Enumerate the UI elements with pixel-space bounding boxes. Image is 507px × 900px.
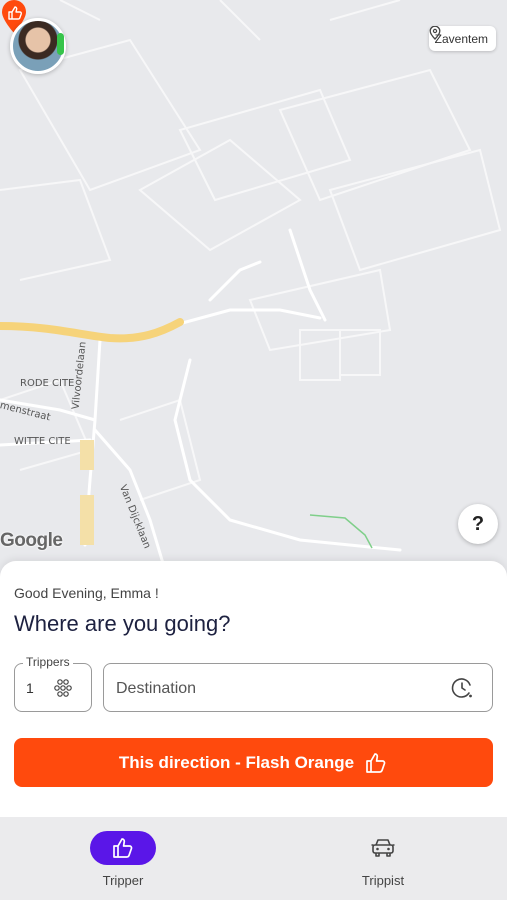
where-heading: Where are you going? bbox=[14, 611, 231, 636]
location-chip[interactable]: Zaventem bbox=[428, 26, 496, 51]
online-status-indicator bbox=[57, 33, 64, 55]
nav-tab-trippist-label: Trippist bbox=[361, 873, 405, 888]
map-label-rode-cite: RODE CITE bbox=[20, 378, 75, 389]
thumbs-up-icon bbox=[113, 838, 133, 858]
trip-request-sheet: Good Evening, Emma ! Where are you going… bbox=[0, 561, 507, 817]
nav-tab-trippist-pill bbox=[350, 831, 416, 865]
nav-tab-tripper-label: Tripper bbox=[102, 873, 144, 888]
greeting-text: Good Evening, Emma ! bbox=[14, 585, 159, 601]
trippers-count: 1 bbox=[26, 680, 34, 696]
schedule-clock-icon[interactable] bbox=[450, 676, 474, 700]
car-icon bbox=[371, 839, 395, 857]
trippers-label: Trippers bbox=[23, 655, 73, 669]
map-view[interactable]: RODE CITE menstraat WITTE CITE Vilvoorde… bbox=[0, 0, 507, 590]
people-icon bbox=[54, 679, 72, 697]
location-pin-icon bbox=[429, 26, 441, 40]
this-direction-button[interactable]: This direction - Flash Orange bbox=[14, 738, 493, 787]
nav-tab-tripper-pill bbox=[90, 831, 156, 865]
trippers-selector[interactable]: Trippers 1 bbox=[14, 655, 92, 712]
map-canvas bbox=[0, 0, 502, 572]
map-label-witte-cite: WITTE CITE bbox=[14, 436, 71, 447]
location-chip-label: Zaventem bbox=[434, 31, 488, 46]
nav-tab-trippist[interactable]: Trippist bbox=[323, 831, 443, 888]
question-mark-icon: ? bbox=[471, 512, 485, 535]
destination-input[interactable] bbox=[114, 664, 438, 713]
bottom-navigation: Tripper Trippist bbox=[0, 817, 507, 900]
destination-field[interactable] bbox=[103, 663, 493, 713]
nav-tab-tripper[interactable]: Tripper bbox=[63, 831, 183, 888]
google-attribution: Google bbox=[0, 530, 63, 551]
user-avatar[interactable] bbox=[10, 18, 66, 74]
thumbs-up-icon bbox=[366, 752, 386, 773]
this-direction-label: This direction - Flash Orange bbox=[118, 752, 355, 772]
help-button[interactable]: ? bbox=[458, 504, 498, 544]
